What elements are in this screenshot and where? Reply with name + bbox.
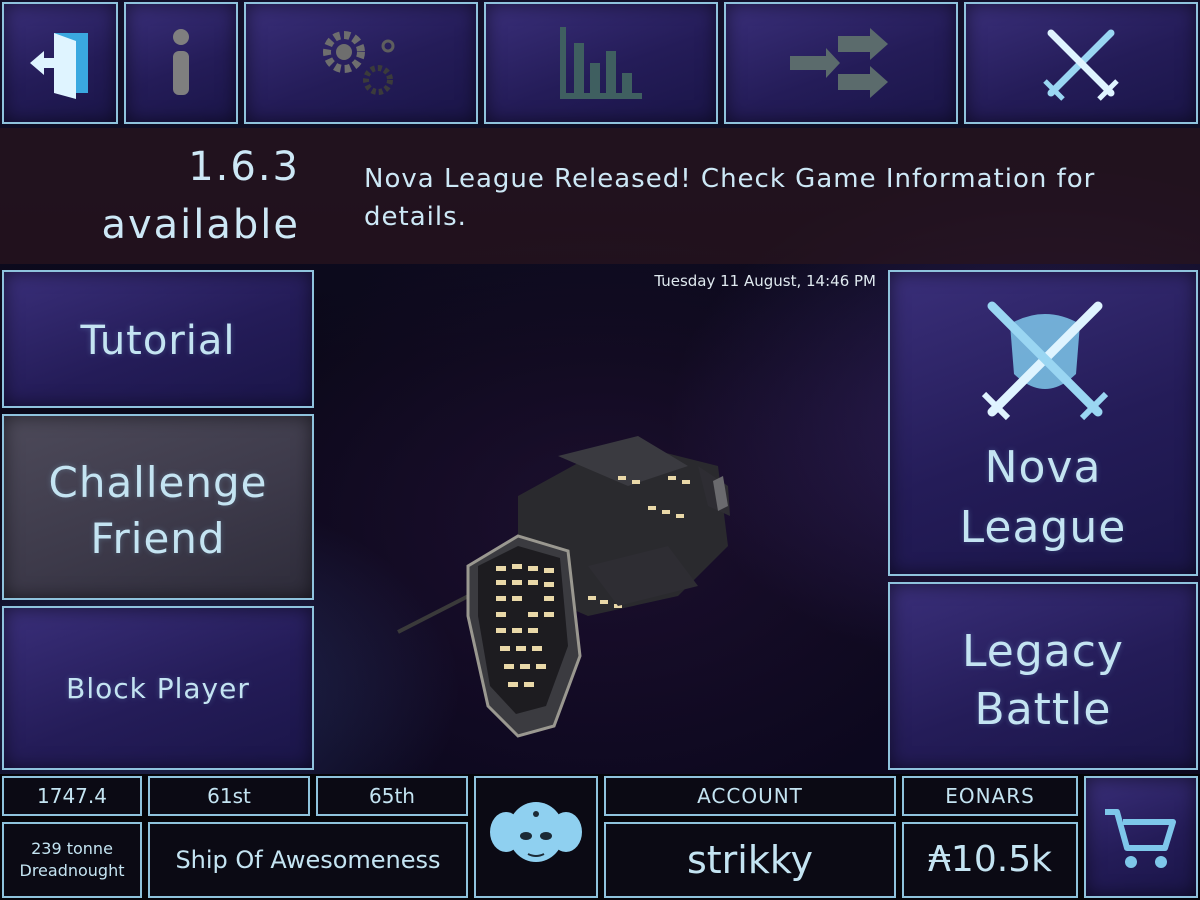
currency-label: EONARS [945,784,1035,808]
ship-class-cell: 239 tonne Dreadnought [2,822,142,898]
challenge-friend-button[interactable]: Challenge Friend [2,414,314,600]
tutorial-label: Tutorial [80,318,236,364]
rank1-cell: 61st [148,776,310,816]
info-button[interactable] [124,2,238,124]
tutorial-button[interactable]: Tutorial [2,270,314,408]
rank2-cell: 65th [316,776,468,816]
avatar [490,802,582,862]
stats-button[interactable] [484,2,718,124]
ship-name-value: Ship Of Awesomeness [175,846,441,874]
nova-league-button[interactable]: Nova League [888,270,1198,576]
exit-door-icon [30,33,88,99]
account-label-cell: ACCOUNT [604,776,896,816]
battle-button[interactable] [964,2,1198,124]
challenge-label-line-1: Challenge [48,458,268,507]
ship-class-line-2: Dreadnought [19,861,125,880]
challenge-label-line-2: Friend [90,514,226,563]
exit-button[interactable] [2,2,118,124]
currency-value: ₳10.5k [928,839,1052,880]
shopping-cart-icon [1105,809,1176,868]
crossed-swords-icon [1043,29,1119,101]
currency-label-cell: EONARS [902,776,1078,816]
rating-value: 1747.4 [37,784,107,808]
block-player-button[interactable]: Block Player [2,606,314,770]
ship-viewport: Tuesday 11 August, 14:46 PM [318,266,886,772]
rank1-value: 61st [207,784,251,808]
stats-bar-chart-icon [560,27,642,99]
info-icon [173,29,189,95]
currency-value-cell: ₳10.5k [902,822,1078,898]
settings-gears-icon [323,31,395,95]
nova-league-emblem-icon [981,301,1109,421]
ship-class-line-1: 239 tonne [31,839,113,858]
nova-label-line-2: League [959,502,1127,553]
ship-model [397,436,730,738]
ship-name-cell[interactable]: Ship Of Awesomeness [148,822,468,898]
legacy-label-line-2: Battle [974,684,1112,735]
block-player-label: Block Player [66,672,250,705]
news-text: Nova League Released! Check Game Informa… [364,164,1096,232]
account-name-cell[interactable]: strikky [604,822,896,898]
account-name-value: strikky [686,838,814,882]
shop-button[interactable] [1084,776,1198,898]
legacy-battle-button[interactable]: Legacy Battle [888,582,1198,770]
settings-button[interactable] [244,2,478,124]
share-button[interactable] [724,2,958,124]
share-arrows-icon [790,28,888,98]
news-banner: 1.6.3 available Nova League Released! Ch… [0,128,1200,264]
version-line-1: 1.6.3 [188,144,300,190]
avatar-cell[interactable] [474,776,598,898]
version-line-2: available [101,202,300,248]
legacy-label-line-1: Legacy [962,626,1124,677]
rating-cell: 1747.4 [2,776,142,816]
nova-label-line-1: Nova [984,442,1102,493]
rank2-value: 65th [369,784,415,808]
account-label: ACCOUNT [697,784,803,808]
